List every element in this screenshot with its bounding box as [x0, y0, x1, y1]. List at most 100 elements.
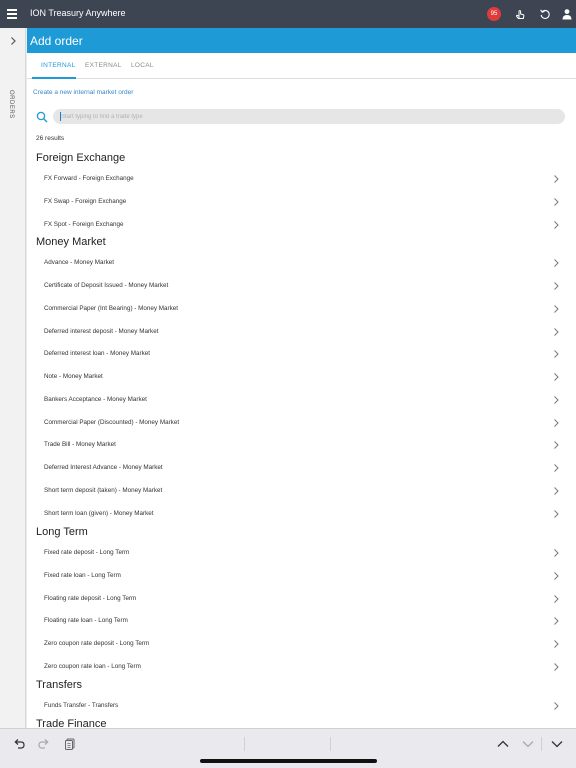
- list-item-label: Commercial Paper (Int Bearing) - Money M…: [44, 305, 179, 312]
- list-item[interactable]: Fixed rate deposit - Long Term: [27, 542, 576, 564]
- sidebar: ORDERS: [0, 28, 26, 728]
- chevron-right-icon: [554, 572, 559, 580]
- chevron-right-icon: [554, 373, 559, 381]
- collapse-icon[interactable]: [550, 737, 564, 751]
- tab-external[interactable]: EXTERNAL: [85, 62, 122, 69]
- toolbar-divider: [330, 737, 331, 751]
- list-item-label: Floating rate loan - Long Term: [44, 617, 128, 624]
- list-item[interactable]: Floating rate deposit - Long Term: [27, 588, 576, 610]
- refresh-icon[interactable]: [539, 8, 551, 20]
- list-item[interactable]: Note - Money Market: [27, 366, 576, 388]
- chevron-right-icon: [554, 419, 559, 427]
- chevron-right-icon: [554, 441, 559, 449]
- tab-bar: INTERNAL EXTERNAL LOCAL: [27, 53, 576, 79]
- list-item[interactable]: Zero coupon rate loan - Long Term: [27, 656, 576, 678]
- chevron-right-icon: [554, 198, 559, 206]
- chevron-right-icon: [554, 549, 559, 557]
- list-item-label: Fixed rate deposit - Long Term: [44, 549, 130, 556]
- list-item-label: FX Spot - Foreign Exchange: [44, 221, 124, 228]
- list-item-label: Certificate of Deposit Issued - Money Ma…: [44, 282, 169, 289]
- list-item[interactable]: Deferred Interest Advance - Money Market: [27, 457, 576, 479]
- chevron-down-icon[interactable]: [521, 737, 535, 751]
- chevron-up-icon[interactable]: [496, 737, 510, 751]
- list-item[interactable]: Deferred interest deposit - Money Market: [27, 321, 576, 343]
- chevron-right-icon: [554, 510, 559, 518]
- list-item-label: Bankers Acceptance - Money Market: [44, 396, 147, 403]
- chevron-right-icon: [554, 617, 559, 625]
- undo-icon[interactable]: [12, 737, 26, 751]
- chevron-right-icon: [554, 702, 559, 710]
- list-item[interactable]: FX Forward - Foreign Exchange: [27, 168, 576, 190]
- chevron-right-icon: [554, 487, 559, 495]
- list-item[interactable]: Advance - Money Market: [27, 252, 576, 274]
- list-item-label: Fixed rate loan - Long Term: [44, 572, 121, 579]
- section-title-long-term: Long Term: [36, 526, 88, 538]
- list-item-label: Commercial Paper (Discounted) - Money Ma…: [44, 419, 180, 426]
- results-count: 26 results: [36, 135, 65, 142]
- list-item-label: Short term deposit (taken) - Money Marke…: [44, 487, 163, 494]
- list-item-label: Note - Money Market: [44, 373, 103, 380]
- tab-internal[interactable]: INTERNAL: [41, 62, 76, 69]
- chevron-right-icon: [554, 175, 559, 183]
- app-title: ION Treasury Anywhere: [30, 8, 126, 18]
- chevron-right-icon: [554, 640, 559, 648]
- chevron-right-icon: [554, 464, 559, 472]
- list-item[interactable]: FX Spot - Foreign Exchange: [27, 214, 576, 236]
- sidebar-label-orders[interactable]: ORDERS: [8, 90, 14, 119]
- search-icon: [36, 111, 48, 123]
- add-order-panel: Add order INTERNAL EXTERNAL LOCAL Create…: [27, 28, 576, 728]
- list-item[interactable]: Bankers Acceptance - Money Market: [27, 389, 576, 411]
- list-item[interactable]: Deferred interest loan - Money Market: [27, 343, 576, 365]
- chevron-right-icon: [554, 282, 559, 290]
- panel-subtitle: Create a new internal market order: [33, 89, 134, 96]
- section-title-foreign-exchange: Foreign Exchange: [36, 152, 126, 164]
- section-title-transfers: Transfers: [36, 679, 83, 691]
- list-item[interactable]: FX Swap - Foreign Exchange: [27, 191, 576, 213]
- chevron-right-icon: [554, 350, 559, 358]
- list-item[interactable]: Funds Transfer - Transfers: [27, 695, 576, 717]
- list-item[interactable]: Short term deposit (taken) - Money Marke…: [27, 480, 576, 502]
- list-item[interactable]: Certificate of Deposit Issued - Money Ma…: [27, 275, 576, 297]
- list-item-label: Short term loan (given) - Money Market: [44, 510, 154, 517]
- chevron-right-icon: [554, 663, 559, 671]
- user-icon[interactable]: [561, 8, 573, 20]
- list-item[interactable]: Commercial Paper (Discounted) - Money Ma…: [27, 412, 576, 434]
- chevron-right-icon: [554, 221, 559, 229]
- list-item[interactable]: Commercial Paper (Int Bearing) - Money M…: [27, 298, 576, 320]
- home-indicator: [200, 759, 377, 763]
- toolbar-divider: [244, 737, 245, 751]
- list-item-label: FX Forward - Foreign Exchange: [44, 175, 134, 182]
- list-item[interactable]: Trade Bill - Money Market: [27, 434, 576, 456]
- list-item-label: Trade Bill - Money Market: [44, 441, 116, 448]
- chevron-right-icon: [554, 305, 559, 313]
- tab-local[interactable]: LOCAL: [131, 62, 154, 69]
- list-item-label: Deferred interest loan - Money Market: [44, 350, 151, 357]
- search-box: [53, 109, 565, 124]
- list-item-label: Advance - Money Market: [44, 259, 114, 266]
- panel-title: Add order: [27, 28, 576, 53]
- list-item-label: Deferred Interest Advance - Money Market: [44, 464, 163, 471]
- list-item-label: Zero coupon rate loan - Long Term: [44, 663, 141, 670]
- clipboard-icon[interactable]: [63, 737, 77, 751]
- chevron-right-icon: [554, 595, 559, 603]
- chevron-right-icon[interactable]: [8, 36, 18, 46]
- toolbar-divider: [541, 737, 542, 751]
- list-item-label: Deferred interest deposit - Money Market: [44, 328, 159, 335]
- active-tab-indicator: [32, 77, 76, 79]
- search-input[interactable]: [61, 109, 541, 124]
- list-item[interactable]: Zero coupon rate deposit - Long Term: [27, 633, 576, 655]
- touch-icon[interactable]: [514, 8, 526, 20]
- section-title-money-market: Money Market: [36, 236, 106, 248]
- section-title-trade-finance: Trade Finance: [36, 718, 107, 728]
- list-item-label: Funds Transfer - Transfers: [44, 702, 119, 709]
- redo-icon[interactable]: [37, 737, 51, 751]
- chevron-right-icon: [554, 396, 559, 404]
- list-item[interactable]: Fixed rate loan - Long Term: [27, 565, 576, 587]
- notification-badge[interactable]: 95: [487, 7, 501, 21]
- top-bar: ION Treasury Anywhere 95: [0, 0, 576, 28]
- list-item[interactable]: Short term loan (given) - Money Market: [27, 503, 576, 525]
- list-item-label: FX Swap - Foreign Exchange: [44, 198, 127, 205]
- menu-icon[interactable]: [7, 9, 17, 19]
- list-item-label: Zero coupon rate deposit - Long Term: [44, 640, 150, 647]
- list-item[interactable]: Floating rate loan - Long Term: [27, 610, 576, 632]
